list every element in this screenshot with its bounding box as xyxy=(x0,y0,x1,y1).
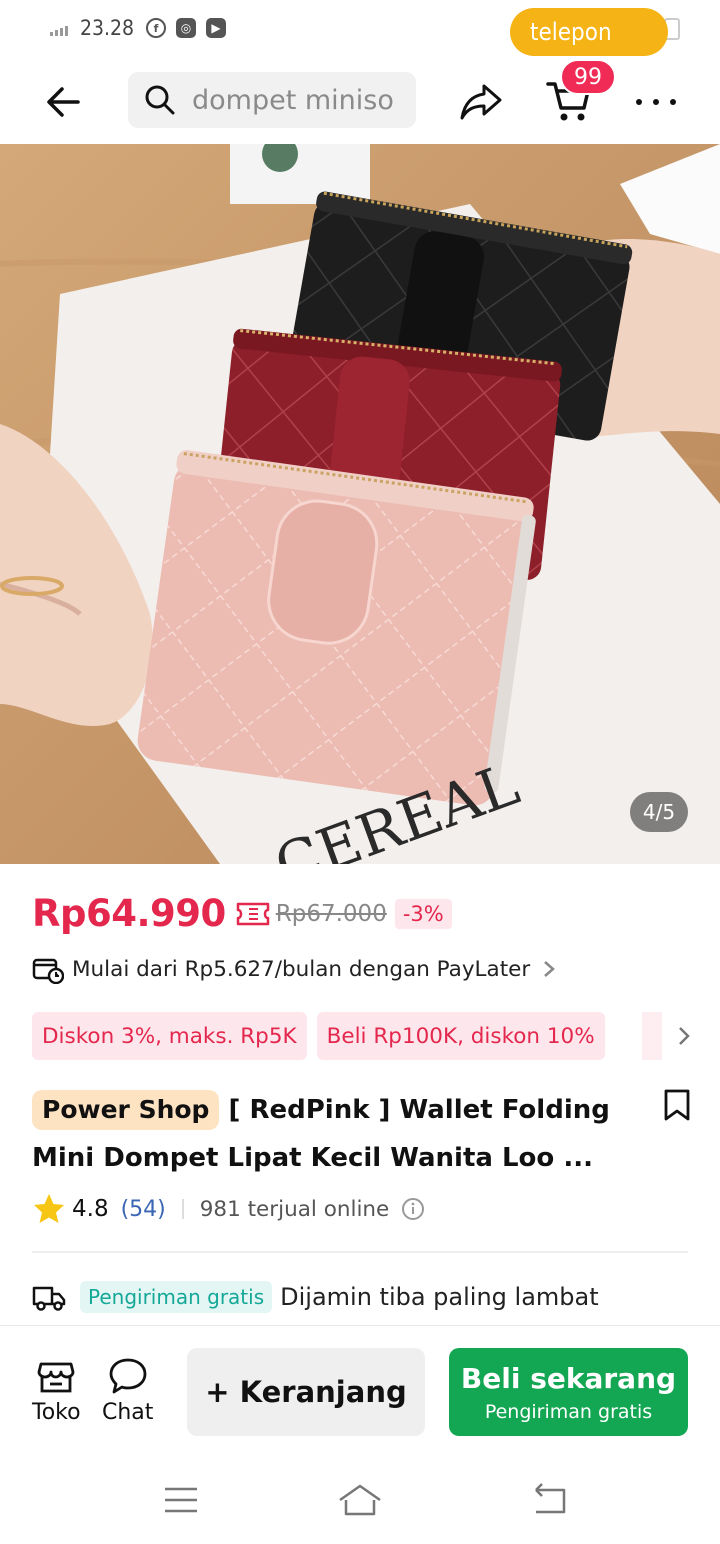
chat-icon xyxy=(109,1358,147,1394)
promo-more-button[interactable] xyxy=(664,1016,704,1056)
power-shop-badge: Power Shop xyxy=(32,1090,220,1130)
rating-value: 4.8 xyxy=(72,1196,109,1222)
paylater-text: Mulai dari Rp5.627/bulan dengan PayLater xyxy=(72,956,531,982)
buy-now-sublabel: Pengiriman gratis xyxy=(484,1400,653,1423)
divider xyxy=(32,1251,688,1253)
back-arrow-icon[interactable] xyxy=(40,78,88,126)
paylater-icon xyxy=(32,958,64,984)
discount-badge: -3% xyxy=(394,898,452,929)
chevron-right-icon xyxy=(679,1027,690,1045)
image-counter: 4/5 xyxy=(630,792,688,832)
promo-tag-partial xyxy=(642,1012,662,1060)
facebook-icon: f xyxy=(146,18,166,38)
signal-icon xyxy=(50,26,68,36)
price-current: Rp64.990 xyxy=(32,892,226,935)
promo-tags: Diskon 3%, maks. Rp5K Beli Rp100K, disko… xyxy=(32,1012,605,1060)
back-icon[interactable] xyxy=(530,1482,570,1518)
star-icon xyxy=(34,1194,64,1223)
paylater-row[interactable]: Mulai dari Rp5.627/bulan dengan PayLater xyxy=(32,954,556,984)
rating-row[interactable]: 4.8 (54) 981 terjual online xyxy=(32,1192,425,1226)
shipping-text: Dijamin tiba paling lambat xyxy=(280,1283,599,1311)
free-shipping-badge: Pengiriman gratis xyxy=(80,1281,273,1313)
truck-icon xyxy=(32,1286,66,1311)
info-icon[interactable] xyxy=(401,1197,425,1221)
search-input[interactable]: dompet miniso xyxy=(192,85,394,116)
search-bar[interactable]: dompet miniso xyxy=(128,72,416,128)
shipping-row[interactable]: Pengiriman gratis Dijamin tiba paling la… xyxy=(32,1272,720,1322)
shop-label: Toko xyxy=(32,1400,81,1425)
shop-button[interactable]: Toko xyxy=(32,1356,81,1425)
chat-button[interactable]: Chat xyxy=(102,1356,153,1425)
promo-tag[interactable]: Diskon 3%, maks. Rp5K xyxy=(32,1012,307,1060)
chat-label: Chat xyxy=(102,1400,154,1425)
system-nav-bar xyxy=(0,1456,720,1544)
search-icon xyxy=(145,85,175,115)
status-bar: 23.28 f ◎ ▶ telepon xyxy=(0,0,720,60)
price-row: Rp64.990 Rp67.000 -3% xyxy=(32,892,452,935)
bookmark-icon[interactable] xyxy=(662,1088,692,1122)
voucher-icon[interactable] xyxy=(236,901,270,927)
notification-icons: f ◎ ▶ xyxy=(146,18,226,38)
store-icon xyxy=(37,1362,75,1393)
promo-tag[interactable]: Beli Rp100K, diskon 10% xyxy=(316,1012,605,1060)
product-photo: CEREAL xyxy=(0,144,720,864)
add-to-cart-button[interactable]: + Keranjang xyxy=(187,1348,425,1436)
top-nav: dompet miniso 99 xyxy=(0,59,720,144)
menu-icon[interactable] xyxy=(162,1482,200,1518)
youtube-icon: ▶ xyxy=(206,18,226,38)
cart-count-badge: 99 xyxy=(560,59,616,95)
instagram-icon: ◎ xyxy=(176,18,196,38)
more-options-icon[interactable] xyxy=(636,82,676,122)
buy-now-label: Beli sekarang xyxy=(460,1361,677,1395)
rating-count[interactable]: (54) xyxy=(121,1197,166,1222)
bottom-action-bar: Toko Chat + Keranjang Beli sekarang Peng… xyxy=(0,1325,720,1456)
share-icon[interactable] xyxy=(458,78,504,124)
product-image[interactable]: CEREAL xyxy=(0,144,720,864)
call-pill[interactable]: telepon xyxy=(510,8,668,56)
product-title-block: Power Shop [ RedPink ] Wallet Folding Mi… xyxy=(32,1086,632,1182)
price-original: Rp67.000 xyxy=(275,900,387,927)
home-icon[interactable] xyxy=(336,1482,384,1518)
sold-count: 981 terjual online xyxy=(199,1196,390,1222)
separator xyxy=(181,1199,184,1219)
chevron-right-icon xyxy=(544,961,556,977)
buy-now-button[interactable]: Beli sekarang Pengiriman gratis xyxy=(449,1348,688,1436)
status-time: 23.28 xyxy=(80,16,135,40)
